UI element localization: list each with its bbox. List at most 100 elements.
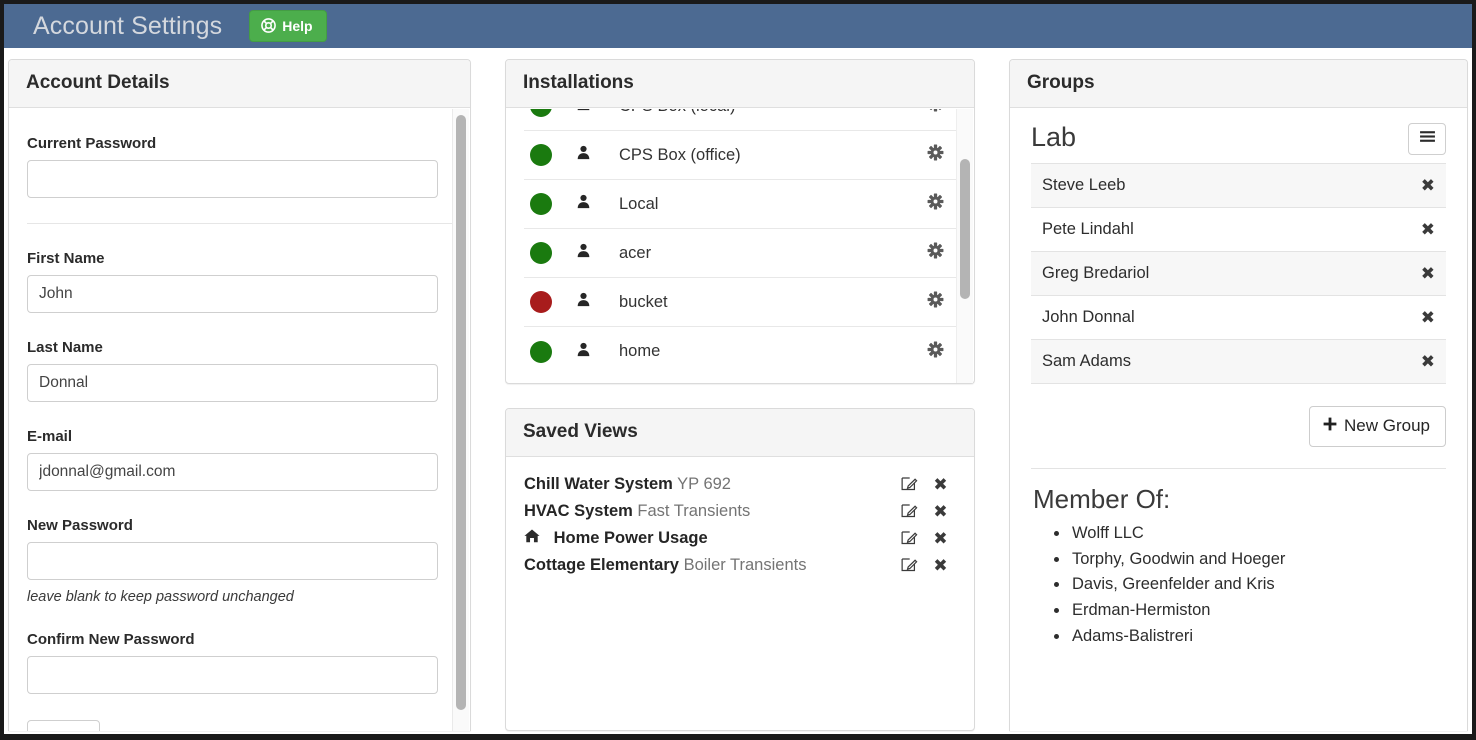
group-menu-button[interactable] <box>1408 123 1446 155</box>
life-ring-icon <box>261 18 277 33</box>
member-of-item: Adams-Balistreri <box>1070 624 1446 650</box>
member-of-item: Davis, Greenfelder and Kris <box>1070 572 1446 598</box>
installations-panel: Installations CPS Box (local) CPS Box (of… <box>505 59 975 384</box>
installations-scrollbar-thumb[interactable] <box>960 159 970 299</box>
gear-icon[interactable] <box>926 241 945 265</box>
group-member-row[interactable]: Steve Leeb ✖ <box>1031 164 1446 208</box>
label-email: E-mail <box>27 428 73 445</box>
groups-panel: Groups Lab Steve Leeb ✖ Pete Lindahl ✖ Greg … <box>1009 59 1468 731</box>
gear-icon[interactable] <box>926 143 945 167</box>
installation-row[interactable]: acer <box>524 229 956 278</box>
group-member-list: Steve Leeb ✖ Pete Lindahl ✖ Greg Bredariol ✖ J… <box>1031 163 1446 384</box>
top-navbar: Account Settings Help <box>4 4 1472 48</box>
edit-pencil-icon[interactable] <box>901 474 918 496</box>
remove-member-icon[interactable]: ✖ <box>1421 177 1435 194</box>
group-member-row[interactable]: Sam Adams ✖ <box>1031 340 1446 384</box>
installation-name: home <box>619 342 661 360</box>
saved-view-title: Home Power Usage <box>553 529 708 547</box>
current-password-input[interactable] <box>27 160 438 198</box>
label-confirm-new-password: Confirm New Password <box>27 631 195 648</box>
saved-views-list: Chill Water System YP 692 ✖ HVAC System Fa… <box>506 457 974 597</box>
edit-pencil-icon[interactable] <box>901 528 918 550</box>
saved-view-label: Home Power Usage <box>524 529 894 548</box>
label-last-name: Last Name <box>27 339 103 356</box>
delete-saved-view-icon[interactable]: ✖ <box>933 530 947 547</box>
installation-row[interactable]: CPS Box (office) <box>524 131 956 180</box>
installation-name: CPS Box (office) <box>619 145 741 164</box>
delete-saved-view-icon[interactable]: ✖ <box>933 476 947 493</box>
installation-row[interactable]: Local <box>524 180 956 229</box>
installations-scrollbar[interactable] <box>956 109 973 383</box>
saved-view-subtitle: YP 692 <box>677 475 731 493</box>
group-member-name: Steve Leeb <box>1042 176 1126 194</box>
user-icon <box>576 194 591 214</box>
status-indicator <box>530 291 552 313</box>
email-input[interactable] <box>27 453 438 491</box>
gear-icon[interactable] <box>926 290 945 314</box>
field-last-name: Last Name <box>27 339 452 402</box>
account-scrollbar[interactable] <box>452 109 469 731</box>
delete-saved-view-icon[interactable]: ✖ <box>933 557 947 574</box>
member-of-item: Torphy, Goodwin and Hoeger <box>1070 547 1446 573</box>
edit-pencil-icon[interactable] <box>901 501 918 523</box>
member-of-item: Wolff LLC <box>1070 521 1446 547</box>
gear-icon[interactable] <box>926 109 945 118</box>
saved-view-title: HVAC System <box>524 502 633 520</box>
field-new-password: New Password leave blank to keep passwor… <box>27 517 452 605</box>
new-group-button[interactable]: New Group <box>1309 406 1446 447</box>
installation-name: bucket <box>619 292 668 311</box>
gear-icon[interactable] <box>926 340 945 364</box>
account-form: Current Password First Name Last Name E-… <box>9 109 470 731</box>
field-email: E-mail <box>27 428 452 491</box>
field-current-password: Current Password <box>27 135 452 198</box>
app-viewport: Account Settings Help Account Details Cu… <box>4 4 1472 734</box>
help-button[interactable]: Help <box>249 10 327 42</box>
member-of-title: Member Of: <box>1033 484 1171 514</box>
installation-name: Local <box>619 194 659 213</box>
gear-icon[interactable] <box>926 192 945 216</box>
new-password-input[interactable] <box>27 542 438 580</box>
saved-view-row[interactable]: Home Power Usage ✖ <box>524 525 956 552</box>
group-member-name: Greg Bredariol <box>1042 264 1150 282</box>
user-icon <box>576 292 591 312</box>
form-divider <box>27 223 452 224</box>
label-first-name: First Name <box>27 250 105 267</box>
field-first-name: First Name <box>27 250 452 313</box>
status-indicator <box>530 193 552 215</box>
installation-row[interactable]: bucket <box>524 278 956 327</box>
saved-view-row[interactable]: Chill Water System YP 692 ✖ <box>524 471 956 498</box>
account-scrollbar-thumb[interactable] <box>456 115 466 710</box>
installation-row[interactable]: home <box>524 327 956 376</box>
installation-name: acer <box>619 243 652 262</box>
save-button[interactable] <box>27 720 100 731</box>
group-member-row[interactable]: John Donnal ✖ <box>1031 296 1446 340</box>
edit-pencil-icon[interactable] <box>901 555 918 577</box>
group-member-name: Sam Adams <box>1042 352 1131 370</box>
plus-icon <box>1323 416 1337 436</box>
group-member-row[interactable]: Greg Bredariol ✖ <box>1031 252 1446 296</box>
group-member-name: John Donnal <box>1042 308 1135 326</box>
saved-view-title: Cottage Elementary <box>524 556 679 574</box>
saved-view-subtitle: Fast Transients <box>637 502 751 520</box>
first-name-input[interactable] <box>27 275 438 313</box>
remove-member-icon[interactable]: ✖ <box>1421 309 1435 326</box>
status-indicator <box>530 340 552 363</box>
remove-member-icon[interactable]: ✖ <box>1421 221 1435 238</box>
saved-view-row[interactable]: HVAC System Fast Transients ✖ <box>524 498 956 525</box>
installation-row[interactable]: CPS Box (local) <box>524 109 956 131</box>
delete-saved-view-icon[interactable]: ✖ <box>933 503 947 520</box>
group-member-row[interactable]: Pete Lindahl ✖ <box>1031 208 1446 252</box>
selected-group-name: Lab <box>1031 122 1077 152</box>
saved-views-panel: Saved Views Chill Water System YP 692 ✖ HV… <box>505 408 975 731</box>
saved-view-row[interactable]: Cottage Elementary Boiler Transients ✖ <box>524 552 956 579</box>
confirm-new-password-input[interactable] <box>27 656 438 694</box>
last-name-input[interactable] <box>27 364 438 402</box>
groups-body: Lab Steve Leeb ✖ Pete Lindahl ✖ Greg Bredari… <box>1010 108 1467 650</box>
remove-member-icon[interactable]: ✖ <box>1421 353 1435 370</box>
saved-view-label: Chill Water System YP 692 <box>524 475 894 494</box>
remove-member-icon[interactable]: ✖ <box>1421 265 1435 282</box>
installation-name: CPS Box (local) <box>614 109 920 116</box>
new-password-hint: leave blank to keep password unchanged <box>27 589 294 605</box>
hamburger-menu-icon <box>1419 129 1436 149</box>
user-icon <box>576 342 591 362</box>
